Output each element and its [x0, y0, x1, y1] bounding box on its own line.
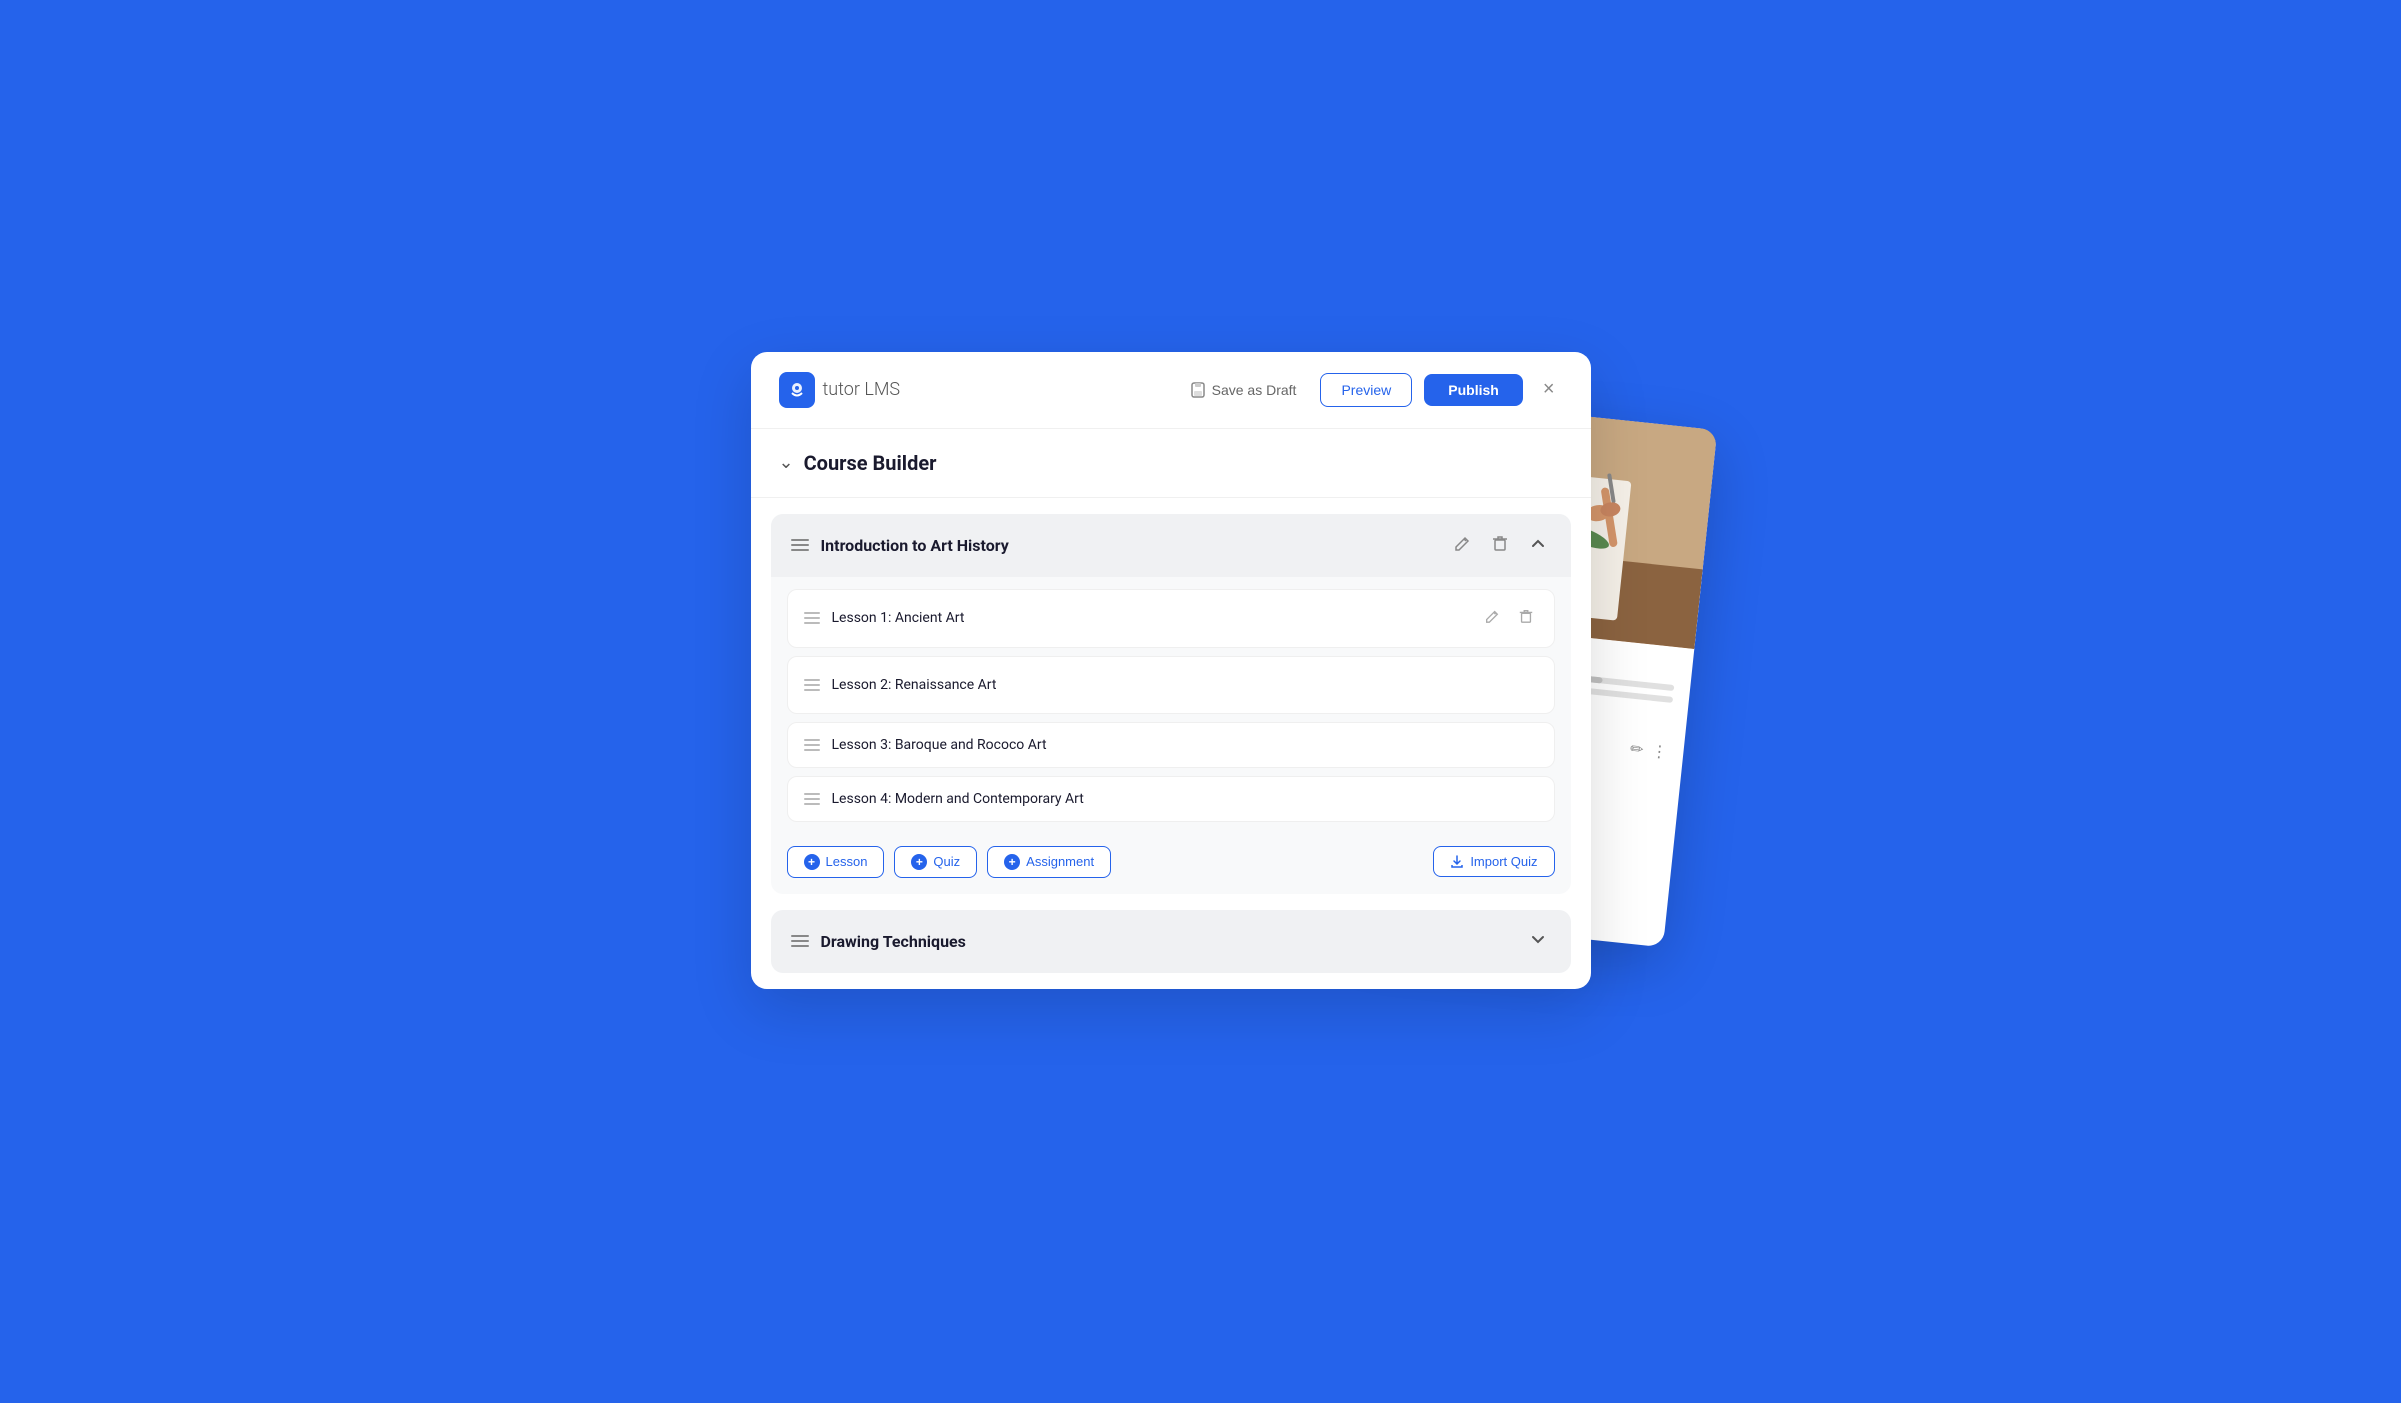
- collapse-icon[interactable]: ⌄: [779, 452, 794, 473]
- save-draft-button[interactable]: Save as Draft: [1178, 374, 1309, 406]
- lesson-1-delete-button[interactable]: [1514, 604, 1538, 633]
- section-1-header-left: Introduction to Art History: [791, 536, 1009, 555]
- header-actions: Save as Draft Preview Publish ×: [1178, 373, 1563, 407]
- lesson-item-4: Lesson 4: Modern and Contemporary Art: [787, 776, 1555, 822]
- section-1-header-right: [1449, 530, 1551, 561]
- lesson-item-3-left: Lesson 3: Baroque and Rococo Art: [804, 737, 1047, 753]
- close-button[interactable]: ×: [1535, 374, 1563, 405]
- lesson-2-edit-button[interactable]: ✏: [1478, 671, 1499, 699]
- lesson-list: Lesson 1: Ancient Art: [771, 577, 1571, 834]
- edit-icon[interactable]: ✏: [1629, 738, 1644, 758]
- chevron-up-icon: [1529, 534, 1547, 552]
- lesson-item-1: Lesson 1: Ancient Art: [787, 589, 1555, 648]
- section-2-drag-handle[interactable]: [791, 935, 809, 947]
- plus-icon-lesson: +: [804, 854, 820, 870]
- tutor-logo-svg: [787, 380, 807, 400]
- add-assignment-button[interactable]: + Assignment: [987, 846, 1111, 878]
- section-collapse-button[interactable]: [1525, 530, 1551, 561]
- save-icon: [1190, 382, 1206, 398]
- download-icon: [1450, 855, 1464, 869]
- edit-icon: [1484, 608, 1500, 624]
- section-1: Introduction to Art History: [771, 514, 1571, 894]
- section-drag-handle[interactable]: [791, 539, 809, 551]
- add-lesson-button[interactable]: + Lesson: [787, 846, 885, 878]
- lesson-item-2-left: Lesson 2: Renaissance Art: [804, 677, 997, 693]
- header: tutor LMS Save as Draft Preview Publish …: [751, 352, 1591, 429]
- lesson-4-name: Lesson 4: Modern and Contemporary Art: [832, 791, 1084, 807]
- course-builder-title: Course Builder: [804, 451, 937, 475]
- lesson-item-1-actions: [1480, 604, 1538, 633]
- logo-name: tutor: [823, 379, 860, 400]
- logo-subtext: LMS: [860, 379, 900, 400]
- lesson-1-name: Lesson 1: Ancient Art: [832, 610, 965, 626]
- lesson-drag-handle-2[interactable]: [804, 679, 820, 691]
- lesson-drag-handle-3[interactable]: [804, 739, 820, 751]
- course-builder-header: ⌄ Course Builder: [751, 429, 1591, 498]
- section-2-header: Drawing Techniques: [771, 910, 1571, 973]
- edit-icon: [1453, 534, 1471, 552]
- logo-text: tutor LMS: [823, 379, 901, 400]
- add-quiz-button[interactable]: + Quiz: [894, 846, 977, 878]
- preview-button[interactable]: Preview: [1320, 373, 1412, 407]
- trash-icon: [1518, 608, 1534, 624]
- section-1-title: Introduction to Art History: [821, 536, 1009, 555]
- lesson-2-name: Lesson 2: Renaissance Art: [832, 677, 997, 693]
- plus-icon-quiz: +: [911, 854, 927, 870]
- lesson-item-3: Lesson 3: Baroque and Rococo Art: [787, 722, 1555, 768]
- section-2-title: Drawing Techniques: [821, 932, 966, 951]
- section-delete-button[interactable]: [1487, 530, 1513, 561]
- section-2: Drawing Techniques: [771, 910, 1571, 973]
- more-icon[interactable]: ⋮: [1650, 741, 1668, 762]
- section-1-header: Introduction to Art History: [771, 514, 1571, 577]
- publish-button[interactable]: Publish: [1424, 374, 1523, 406]
- lesson-3-name: Lesson 3: Baroque and Rococo Art: [832, 737, 1047, 753]
- section-2-header-left: Drawing Techniques: [791, 932, 966, 951]
- lesson-item-2: Lesson 2: Renaissance Art ✏ 🗑: [787, 656, 1555, 714]
- lesson-2-delete-button[interactable]: 🗑: [1509, 671, 1537, 699]
- main-panel: tutor LMS Save as Draft Preview Publish …: [751, 352, 1591, 989]
- plus-icon-assignment: +: [1004, 854, 1020, 870]
- trash-icon: [1491, 534, 1509, 552]
- lesson-drag-handle-4[interactable]: [804, 793, 820, 805]
- lesson-item-1-left: Lesson 1: Ancient Art: [804, 610, 965, 626]
- add-buttons: + Lesson + Quiz + Assignment: [787, 846, 1112, 878]
- lesson-item-4-left: Lesson 4: Modern and Contemporary Art: [804, 791, 1084, 807]
- chevron-down-icon: [1529, 930, 1547, 948]
- logo: tutor LMS: [779, 372, 901, 408]
- section-edit-button[interactable]: [1449, 530, 1475, 561]
- lesson-1-edit-button[interactable]: [1480, 604, 1504, 633]
- logo-icon: [779, 372, 815, 408]
- section-2-expand-button[interactable]: [1525, 926, 1551, 957]
- import-quiz-button[interactable]: Import Quiz: [1433, 846, 1554, 877]
- section-1-action-row: + Lesson + Quiz + Assignment: [771, 834, 1571, 894]
- lesson-drag-handle-1[interactable]: [804, 612, 820, 624]
- card-actions: ✏ ⋮: [1629, 738, 1668, 761]
